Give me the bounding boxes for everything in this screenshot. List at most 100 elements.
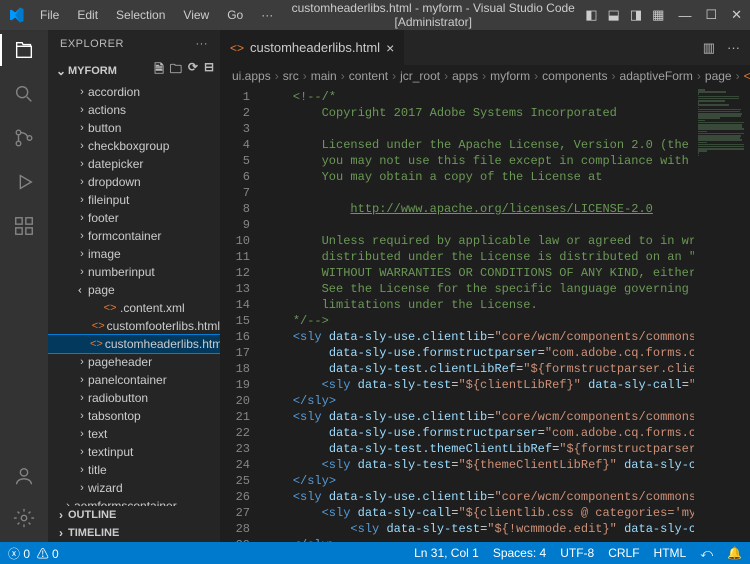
new-file-icon[interactable]: 🗎 bbox=[154, 60, 164, 81]
tab-more-icon[interactable]: ··· bbox=[727, 40, 740, 55]
menu-go[interactable]: Go bbox=[219, 4, 251, 26]
tab-label: customheaderlibs.html bbox=[250, 40, 380, 55]
status-errors[interactable]: ⓧ 0 ⚠ 0 bbox=[8, 545, 59, 562]
folder-button[interactable]: ›button bbox=[48, 119, 220, 137]
split-editor-icon[interactable]: ▥ bbox=[703, 40, 715, 56]
folder-aemformscontainer[interactable]: ›aemformscontainer bbox=[48, 497, 220, 506]
status-spaces[interactable]: Spaces: 4 bbox=[493, 546, 546, 560]
tab-customheaderlibs[interactable]: <> customheaderlibs.html × bbox=[220, 30, 405, 65]
folder-radiobutton[interactable]: ›radiobutton bbox=[48, 389, 220, 407]
menu-view[interactable]: View bbox=[175, 4, 217, 26]
crumb-adaptiveForm[interactable]: adaptiveForm bbox=[620, 69, 693, 83]
account-icon[interactable] bbox=[12, 464, 36, 488]
search-icon[interactable] bbox=[12, 82, 36, 106]
crumb-apps[interactable]: apps bbox=[452, 69, 478, 83]
folder-actions[interactable]: ›actions bbox=[48, 101, 220, 119]
panel-bottom-icon[interactable]: ⬓ bbox=[608, 7, 620, 23]
menu-bar: FileEditSelectionViewGo··· bbox=[32, 4, 281, 26]
tree-label: formcontainer bbox=[88, 229, 161, 243]
close-icon[interactable]: ✕ bbox=[731, 7, 742, 23]
folder-wizard[interactable]: ›wizard bbox=[48, 479, 220, 497]
crumb-components[interactable]: components bbox=[542, 69, 607, 83]
file--content-xml[interactable]: <>.content.xml bbox=[48, 299, 220, 317]
panel-right-icon[interactable]: ◨ bbox=[630, 7, 642, 23]
chevron-icon: › bbox=[76, 86, 88, 98]
new-folder-icon[interactable]: 🗀 bbox=[170, 60, 182, 81]
crumb-content[interactable]: content bbox=[349, 69, 388, 83]
explorer-icon[interactable] bbox=[12, 38, 36, 62]
tree-label: button bbox=[88, 121, 121, 135]
folder-dropdown[interactable]: ›dropdown bbox=[48, 173, 220, 191]
file-icon: <> bbox=[90, 338, 103, 350]
crumb-page[interactable]: page bbox=[705, 69, 732, 83]
folder-title[interactable]: ›title bbox=[48, 461, 220, 479]
folder-panelcontainer[interactable]: ›panelcontainer bbox=[48, 371, 220, 389]
feedback-icon[interactable]: ⤺ bbox=[700, 546, 713, 561]
code-area[interactable]: 1234567891011121314151617181920212223242… bbox=[220, 87, 750, 542]
folder-tabsontop[interactable]: ›tabsontop bbox=[48, 407, 220, 425]
breadcrumb[interactable]: ui.apps›src›main›content›jcr_root›apps›m… bbox=[220, 65, 750, 87]
refresh-icon[interactable]: ⟳ bbox=[188, 60, 198, 81]
layout-grid-icon[interactable]: ▦ bbox=[652, 7, 664, 23]
crumb-customheaderlibs[interactable]: <> customheaderlibs bbox=[744, 69, 750, 83]
folder-datepicker[interactable]: ›datepicker bbox=[48, 155, 220, 173]
minimap[interactable] bbox=[694, 87, 750, 542]
tree-label: wizard bbox=[88, 481, 123, 495]
folder-root[interactable]: ⌄ MYFORM 🗎 🗀 ⟳ ⊟ bbox=[48, 58, 220, 83]
vscode-icon bbox=[8, 7, 24, 23]
folder-page[interactable]: ⌄page bbox=[48, 281, 220, 299]
folder-fileinput[interactable]: ›fileinput bbox=[48, 191, 220, 209]
html-file-icon: <> bbox=[230, 41, 244, 55]
tree-label: fileinput bbox=[88, 193, 129, 207]
maximize-icon[interactable]: ☐ bbox=[705, 7, 717, 23]
status-cursor[interactable]: Ln 31, Col 1 bbox=[414, 546, 479, 560]
crumb-src[interactable]: src bbox=[283, 69, 299, 83]
debug-icon[interactable] bbox=[12, 170, 36, 194]
folder-root-label: MYFORM bbox=[68, 65, 117, 77]
tree-label: radiobutton bbox=[88, 391, 148, 405]
folder-accordion[interactable]: ›accordion bbox=[48, 83, 220, 101]
status-lang[interactable]: HTML bbox=[654, 546, 687, 560]
extensions-icon[interactable] bbox=[12, 214, 36, 238]
crumb-jcr_root[interactable]: jcr_root bbox=[400, 69, 440, 83]
source-control-icon[interactable] bbox=[12, 126, 36, 150]
tree-label: panelcontainer bbox=[88, 373, 167, 387]
folder-textinput[interactable]: ›textinput bbox=[48, 443, 220, 461]
panel-left-icon[interactable]: ◧ bbox=[585, 7, 597, 23]
menu-edit[interactable]: Edit bbox=[69, 4, 106, 26]
timeline-section[interactable]: › TIMELINE bbox=[48, 524, 220, 542]
folder-footer[interactable]: ›footer bbox=[48, 209, 220, 227]
editor-tabs: <> customheaderlibs.html × ▥ ··· bbox=[220, 30, 750, 65]
folder-pageheader[interactable]: ›pageheader bbox=[48, 353, 220, 371]
sidebar-title-text: EXPLORER bbox=[60, 38, 124, 50]
sidebar-more-icon[interactable]: ··· bbox=[196, 38, 209, 50]
menu-···[interactable]: ··· bbox=[253, 4, 281, 26]
folder-text[interactable]: ›text bbox=[48, 425, 220, 443]
tab-close-icon[interactable]: × bbox=[386, 40, 394, 56]
tree-label: page bbox=[88, 283, 115, 297]
minimize-icon[interactable]: — bbox=[678, 8, 691, 23]
chevron-icon: › bbox=[76, 122, 88, 134]
file-customheaderlibs-html[interactable]: <>customheaderlibs.html bbox=[48, 335, 220, 353]
file-tree[interactable]: ›accordion›actions›button›checkboxgroup›… bbox=[48, 83, 220, 506]
status-eol[interactable]: CRLF bbox=[608, 546, 639, 560]
folder-checkboxgroup[interactable]: ›checkboxgroup bbox=[48, 137, 220, 155]
crumb-myform[interactable]: myform bbox=[490, 69, 530, 83]
collapse-icon[interactable]: ⊟ bbox=[204, 60, 214, 81]
crumb-main[interactable]: main bbox=[311, 69, 337, 83]
folder-formcontainer[interactable]: ›formcontainer bbox=[48, 227, 220, 245]
outline-section[interactable]: › OUTLINE bbox=[48, 506, 220, 524]
chevron-icon: › bbox=[76, 464, 88, 476]
code-content[interactable]: <!--/* Copyright 2017 Adobe Systems Inco… bbox=[264, 87, 694, 542]
menu-selection[interactable]: Selection bbox=[108, 4, 173, 26]
status-encoding[interactable]: UTF-8 bbox=[560, 546, 594, 560]
tree-label: dropdown bbox=[88, 175, 141, 189]
folder-image[interactable]: ›image bbox=[48, 245, 220, 263]
crumb-ui.apps[interactable]: ui.apps bbox=[232, 69, 271, 83]
menu-file[interactable]: File bbox=[32, 4, 67, 26]
settings-icon[interactable] bbox=[12, 506, 36, 530]
folder-numberinput[interactable]: ›numberinput bbox=[48, 263, 220, 281]
file-customfooterlibs-html[interactable]: <>customfooterlibs.html bbox=[48, 317, 220, 335]
bell-icon[interactable]: 🔔 bbox=[727, 546, 742, 560]
layout-controls: ◧ ⬓ ◨ ▦ bbox=[585, 7, 664, 23]
